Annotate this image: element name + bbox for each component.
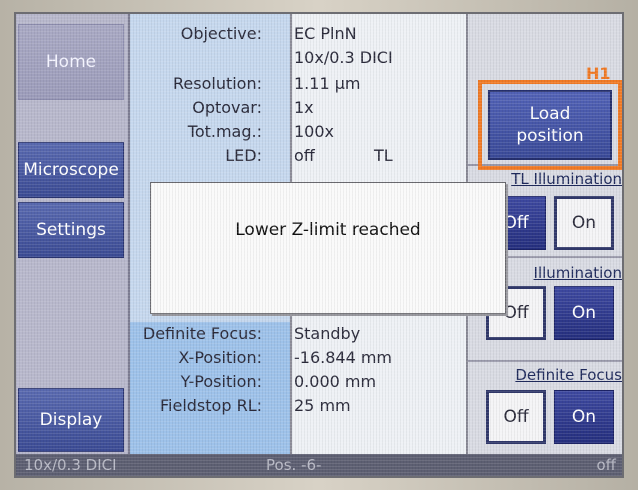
totmag-label: Tot.mag.: [187,122,262,141]
fieldstop-value: 25 mm [294,396,351,415]
resolution-value: 1.11 μm [294,74,361,93]
definite-focus-value: Standby [294,324,361,343]
led-label: LED: [225,146,262,165]
objective-label: Objective: [180,24,262,43]
x-position-value: -16.844 mm [294,348,393,367]
nav-settings-button[interactable]: Settings [18,202,124,258]
optovar-label: Optovar: [192,98,262,117]
led-value: off [294,146,315,165]
status-state: off [596,456,616,474]
optovar-value: 1x [294,98,314,117]
x-position-label: X-Position: [178,348,262,367]
touch-screen: Home Microscope Settings Display Objecti… [14,12,624,478]
objective-value: EC PlnN [294,24,357,43]
definite-focus-title: Definite Focus [515,366,622,384]
nav-display-button[interactable]: Display [18,388,124,452]
tl-illumination-on-button[interactable]: On [554,196,614,250]
definite-focus-off-button[interactable]: Off [486,390,546,444]
totmag-value: 100x [294,122,335,141]
dialog-message: Lower Z-limit reached [235,220,421,240]
nav-microscope-button[interactable]: Microscope [18,142,124,198]
status-objective: 10x/0.3 DICI [24,456,117,474]
highlight-tag: H1 [586,64,611,83]
fieldstop-label: Fieldstop RL: [160,396,262,415]
led-mode: TL [374,146,393,165]
status-bar: 10x/0.3 DICI Pos. -6- off [16,454,622,476]
highlight-box [478,80,622,170]
definite-focus-on-button[interactable]: On [554,390,614,444]
status-position: Pos. -6- [266,456,322,474]
z-limit-dialog[interactable]: Lower Z-limit reached [150,182,506,314]
rl-illumination-on-button[interactable]: On [554,286,614,340]
y-position-label: Y-Position: [180,372,262,391]
definite-focus-label: Definite Focus: [142,324,262,343]
y-position-value: 0.000 mm [294,372,377,391]
nav-home-button[interactable]: Home [18,24,124,100]
resolution-label: Resolution: [173,74,262,93]
objective-value-line2: 10x/0.3 DICI [294,48,393,67]
panel-separator [468,360,622,362]
